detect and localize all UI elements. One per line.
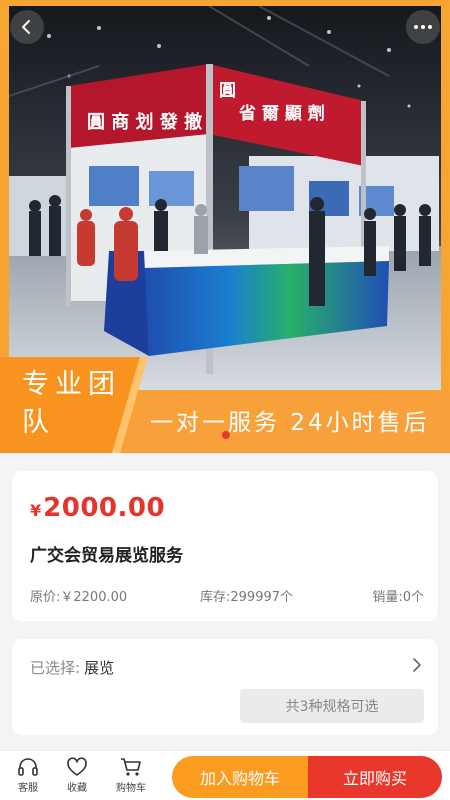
product-price: ¥ 2000.00 — [30, 493, 165, 523]
more-button[interactable] — [406, 10, 440, 44]
cart-tab[interactable]: 购物车 — [108, 756, 154, 794]
product-photo: 圓 商 划 發 撤 省 爾 顯 劑 圓 — [9, 6, 441, 390]
banner-right-text: 一对一服务 24小时售后 — [150, 410, 430, 436]
customer-service-label: 客服 — [18, 783, 38, 794]
add-to-cart-button[interactable]: 加入购物车 — [172, 756, 308, 798]
back-button[interactable] — [10, 10, 44, 44]
currency-symbol: ¥ — [30, 501, 42, 520]
heart-icon — [67, 757, 87, 776]
sales-count: 销量:0个 — [372, 590, 424, 605]
selected-spec-value: 展览 — [84, 659, 115, 677]
booth-sign-left: 圓 商 划 發 撤 — [87, 111, 202, 133]
selected-spec: 已选择: 展览 — [30, 657, 114, 678]
spec-options-button[interactable]: 共3种规格可选 — [240, 689, 424, 723]
product-info-card: ¥ 2000.00 广交会贸易展览服务 原价:￥2200.00 库存:29999… — [12, 471, 438, 621]
product-title: 广交会贸易展览服务 — [30, 546, 183, 566]
cart-icon — [121, 758, 141, 776]
booth-sign-right: 省 爾 顯 劑 — [238, 103, 325, 124]
bottom-action-bar: 客服 收藏 购物车 加入购物车 立即购买 — [0, 750, 450, 800]
original-price: 原价:￥2200.00 — [30, 590, 128, 605]
product-image-carousel[interactable]: 圓 商 划 發 撤 省 爾 顯 劑 圓 专业团队 一对一服务 24小时售后 — [0, 0, 450, 453]
spec-selector-card[interactable]: 已选择: 展览 共3种规格可选 — [12, 639, 438, 735]
buy-now-button[interactable]: 立即购买 — [308, 756, 442, 798]
customer-service-tab[interactable]: 客服 — [5, 756, 51, 794]
stock-count: 库存:299997个 — [200, 590, 294, 605]
favorite-tab[interactable]: 收藏 — [54, 756, 100, 794]
chevron-left-icon — [22, 20, 30, 34]
carousel-indicator[interactable] — [222, 431, 230, 439]
cart-label: 购物车 — [116, 783, 146, 794]
favorite-label: 收藏 — [67, 783, 87, 794]
price-value: 2000.00 — [43, 493, 166, 523]
more-icon — [414, 25, 432, 29]
selected-spec-label: 已选择: — [30, 659, 81, 677]
headset-icon — [18, 758, 38, 776]
booth-sign-center: 圓 — [219, 81, 236, 101]
chevron-right-icon[interactable] — [412, 657, 422, 673]
banner-left-text: 专业团队 — [22, 369, 121, 438]
